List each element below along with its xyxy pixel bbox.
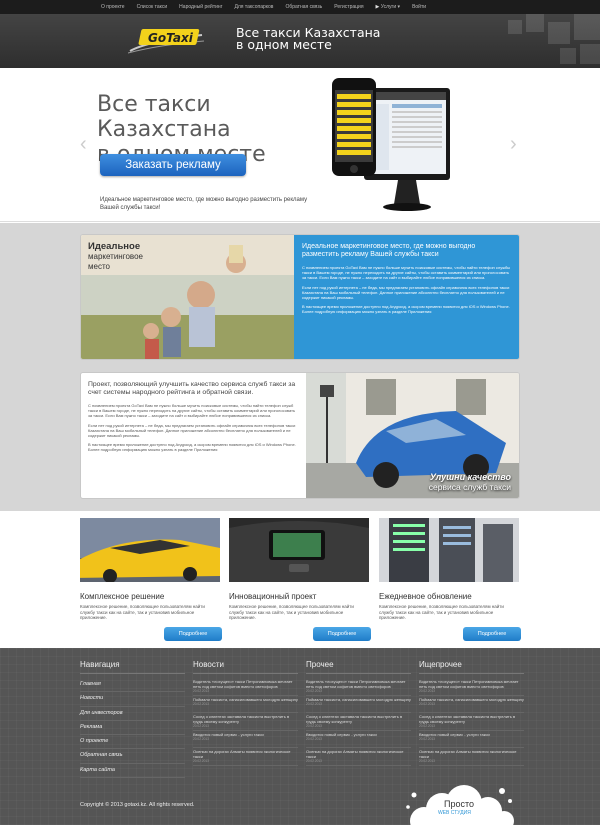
nav-rating[interactable]: Народный рейтинг — [173, 4, 228, 10]
logo-text: GoTaxi — [148, 31, 194, 45]
nav-login[interactable]: Войти — [406, 4, 432, 10]
marketing-card: Идеальное маркетинговое место Идеальное … — [80, 234, 520, 360]
feature-title: Инновационный проект — [229, 592, 317, 601]
news-item[interactable]: Вводится новый сервис - услуги такси 20.0… — [419, 731, 524, 748]
news-item[interactable]: Осенью на дорогах Алматы появится эколог… — [419, 748, 524, 766]
marketing-paragraph: С появлением проекта GoTaxi Вам не нужно… — [302, 265, 511, 281]
quality-text: Проект, позволяющий улучшить качество се… — [81, 373, 306, 498]
more-button[interactable]: Подробнее — [313, 627, 371, 641]
marketing-panel: Идеальное маркетинговое место, где можно… — [294, 235, 519, 359]
decor-square — [526, 14, 544, 32]
news-item[interactable]: Поймали таксиста, изнасиловавшего молоду… — [306, 696, 411, 713]
nav-taxi-list[interactable]: Список такси — [131, 4, 174, 10]
copyright: Copyright © 2013 gotaxi.kz. All rights r… — [80, 802, 195, 808]
devices-illustration — [332, 78, 450, 211]
footer-link-feedback[interactable]: Обратная связь — [80, 749, 185, 764]
site-footer: Навигация Главная Новости Для инвесторов… — [0, 648, 600, 825]
decor-square — [508, 20, 522, 34]
footer-link-about[interactable]: О проекте — [80, 735, 185, 750]
gotaxi-logo[interactable]: GoTaxi — [128, 27, 204, 55]
nav-about[interactable]: О проекте — [95, 4, 131, 10]
footer-link-sitemap[interactable]: Карта сайта — [80, 764, 185, 779]
quality-heading: Проект, позволяющий улучшить качество се… — [88, 381, 296, 396]
news-item[interactable]: Поймали таксиста, изнасиловавшего молоду… — [419, 696, 524, 713]
nav-services[interactable]: ▶ Услуги ▾ — [370, 4, 407, 10]
nav-register[interactable]: Регистрация — [328, 4, 369, 10]
footer-other-title: Прочее — [306, 660, 411, 674]
order-ad-button[interactable]: Заказать рекламу — [100, 154, 246, 176]
news-item[interactable]: Поймали таксиста, изнасиловавшего молоду… — [193, 696, 298, 713]
taxi-photo — [75, 518, 220, 583]
feature-title: Ежедневное обновление — [379, 592, 472, 601]
hero-slider: ‹ › Все такси Казахстана в одном месте З… — [0, 68, 600, 222]
content-area: Идеальное маркетинговое место Идеальное … — [0, 223, 600, 511]
quality-card: Проект, позволяющий улучшить качество се… — [80, 372, 520, 499]
marketing-paragraph: Если нет под рукой интернета – не беда, … — [302, 284, 510, 301]
site-header: GoTaxi Все такси Казахстана в одном мест… — [0, 14, 600, 68]
decor-square — [574, 14, 600, 40]
news-item[interactable]: Водитель «лохущего» такси Петропавловска… — [193, 678, 298, 696]
news-item[interactable]: Осенью на дорогах Алматы появится эколог… — [306, 748, 411, 766]
feature-title: Комплексное решение — [80, 592, 165, 601]
news-item[interactable]: Сосед о клиентах заставила таксиста выст… — [193, 713, 298, 731]
news-item[interactable]: Вводится новый сервис - услуги такси 20.0… — [306, 731, 411, 748]
footer-other: Прочее Водитель «лохущего» такси Петропа… — [306, 660, 411, 766]
decor-square — [560, 48, 576, 64]
feature-item: Инновационный проект Комплексное решение… — [229, 518, 371, 641]
chevron-left-icon[interactable]: ‹ — [80, 134, 87, 154]
footer-more-title: Ищепрочее — [419, 660, 524, 674]
nav-fleets[interactable]: Для таксопарков — [229, 4, 280, 10]
footer-nav-title: Навигация — [80, 660, 185, 674]
decor-square — [580, 44, 600, 64]
chevron-right-icon[interactable]: › — [510, 134, 517, 154]
hero-description: Идеальное маркетинговое место, где можно… — [100, 197, 308, 211]
footer-link-investors[interactable]: Для инвесторов — [80, 707, 185, 721]
footer-link-home[interactable]: Главная — [80, 678, 185, 693]
studio-logo[interactable]: Просто WEB СТУДИЯ — [402, 781, 517, 825]
marketing-paragraph: В настоящее время приложение доступно по… — [302, 304, 510, 315]
news-item[interactable]: Сосед о клиентах заставила таксиста выст… — [419, 713, 524, 731]
news-item[interactable]: Водитель «лохущего» такси Петропавловска… — [306, 678, 411, 696]
features-section: Комплексное решение Комплексное решение,… — [0, 511, 600, 648]
footer-navigation: Навигация Главная Новости Для инвесторов… — [80, 660, 185, 779]
footer-news: Новости Водитель «лохущего» такси Петроп… — [193, 660, 298, 766]
more-button[interactable]: Подробнее — [463, 627, 521, 641]
news-item[interactable]: Осенью на дорогах Алматы появится эколог… — [193, 748, 298, 766]
nav-feedback[interactable]: Обратная связь — [279, 4, 328, 10]
marketing-heading: Идеальное маркетинговое место, где можно… — [302, 243, 476, 258]
footer-more: Ищепрочее Водитель «лохущего» такси Петр… — [419, 660, 524, 766]
svg-text:WEB СТУДИЯ: WEB СТУДИЯ — [438, 810, 471, 816]
header-slogan: Все такси Казахстана в одном месте — [236, 25, 381, 52]
news-item[interactable]: Вводится новый сервис - услуги такси 20.0… — [193, 731, 298, 748]
feature-text: Комплексное решение, позволяющее пользов… — [229, 604, 354, 620]
decor-square — [548, 22, 570, 44]
feature-text: Комплексное решение, позволяющее пользов… — [80, 604, 205, 620]
footer-news-title: Новости — [193, 660, 298, 674]
news-item[interactable]: Водитель «лохущего» такси Петропавловска… — [419, 678, 524, 696]
marketing-title: Идеальное маркетинговое место — [88, 241, 143, 272]
svg-text:Просто: Просто — [444, 799, 474, 809]
more-button[interactable]: Подробнее — [164, 627, 222, 641]
car-navigation-photo — [229, 518, 369, 582]
chevron-down-icon: ▾ — [397, 4, 401, 10]
quality-paragraph: В настоящее время приложение доступно по… — [88, 442, 296, 453]
footer-link-ads[interactable]: Реклама — [80, 721, 185, 736]
news-item[interactable]: Сосед о клиентах заставила таксиста выст… — [306, 713, 411, 731]
footer-link-news[interactable]: Новости — [80, 692, 185, 707]
feature-text: Комплексное решение, позволяющее пользов… — [379, 604, 504, 620]
server-room-photo — [379, 518, 519, 582]
top-navigation: О проекте Список такси Народный рейтинг … — [0, 0, 600, 14]
feature-item: Ежедневное обновление Комплексное решени… — [379, 518, 521, 641]
quality-caption: Улушни качество сервиса служб такси — [428, 472, 511, 492]
feature-item: Комплексное решение Комплексное решение,… — [75, 518, 222, 641]
quality-paragraph: С появлением проекта GoTaxi Вам не нужно… — [88, 403, 296, 419]
quality-paragraph: Если нет под рукой интернета – не беда, … — [88, 422, 296, 439]
